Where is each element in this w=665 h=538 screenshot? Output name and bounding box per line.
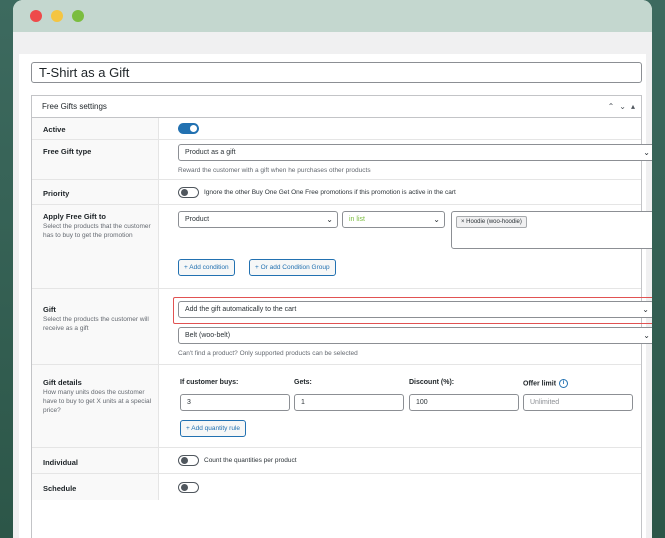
chevron-down-icon: ⌄ [643,331,650,340]
condition-field-value: Product [185,216,210,223]
gift-type-value: Product as a gift [185,149,236,156]
gift-type-help: Reward the customer with a gift when he … [178,167,371,174]
individual-toggle[interactable] [178,455,199,466]
free-gifts-settings-box: Free Gifts settings ⌃ ⌄ ▴ Active Free Gi… [31,95,652,538]
move-down-icon[interactable]: ⌄ [619,102,626,111]
row-gift-type: Free Gift type Product as a gift ⌄ Rewar… [32,140,652,180]
row-apply-free-gift: Apply Free Gift to Select the products t… [32,205,652,289]
gift-product-select[interactable]: Belt (woo-belt) ⌄ [178,327,652,344]
header-gets: Gets: [294,379,312,386]
add-quantity-rule-button[interactable]: + Add quantity rule [180,420,247,437]
apply-sub: Select the products that the customer ha… [43,223,151,239]
priority-text: Ignore the other Buy One Get One Free pr… [204,189,456,196]
gift-type-label: Free Gift type [43,147,92,156]
row-gift-details: Gift details How many units does the cus… [32,365,641,448]
priority-toggle[interactable] [178,187,199,198]
individual-text: Count the quantities per product [204,457,297,464]
offer-limit-input[interactable]: Unlimited [523,394,633,411]
schedule-label: Schedule [43,484,77,493]
schedule-toggle[interactable] [178,482,199,493]
gift-mode-select[interactable]: Add the gift automatically to the cart ⌄ [178,301,652,318]
maximize-window-button[interactable] [72,10,84,22]
header-discount: Discount (%): [409,379,455,386]
details-label: Gift details [43,378,82,387]
gift-label: Gift [43,305,56,314]
app-window: T-Shirt as a Gift Free Gifts settings ⌃ … [13,0,652,538]
row-individual: Individual Count the quantities per prod… [32,448,641,474]
close-window-button[interactable] [30,10,42,22]
gift-mode-value: Add the gift automatically to the cart [185,306,297,313]
buys-quantity-input[interactable]: 3 [180,394,290,411]
gift-help: Can't find a product? Only supported pro… [178,350,358,357]
post-title-input[interactable]: T-Shirt as a Gift [31,62,642,83]
gift-sub: Select the products the customer will re… [43,316,149,332]
condition-operator-value: in list [349,216,365,223]
row-schedule: Schedule [32,474,641,500]
collapse-toggle-icon[interactable]: ▴ [631,102,635,111]
chevron-down-icon: ⌄ [433,215,440,224]
move-up-icon[interactable]: ⌃ [608,102,615,111]
chevron-down-icon: ⌄ [326,215,333,224]
condition-field-select[interactable]: Product ⌄ [178,211,338,228]
add-condition-group-button[interactable]: + Or add Condition Group [249,259,336,276]
minimize-window-button[interactable] [51,10,63,22]
admin-content: T-Shirt as a Gift Free Gifts settings ⌃ … [13,32,652,538]
active-label: Active [43,125,66,134]
header-if-customer-buys: If customer buys: [180,379,239,386]
info-icon[interactable]: i [559,379,569,388]
offer-limit-text: Offer limit [523,380,557,388]
apply-label: Apply Free Gift to [43,212,106,221]
priority-label: Priority [43,189,70,198]
add-condition-button[interactable]: + Add condition [178,259,235,276]
box-header: Free Gifts settings ⌃ ⌄ ▴ [32,96,641,118]
individual-label: Individual [43,458,79,467]
discount-input[interactable]: 100 [409,394,519,411]
chevron-down-icon: ⌄ [642,305,649,314]
row-priority: Priority Ignore the other Buy One Get On… [32,180,641,205]
window-titlebar [13,0,652,32]
box-title: Free Gifts settings [42,102,107,111]
selected-product-chip[interactable]: × Hoodie (woo-hoodie) [456,216,527,228]
chevron-down-icon: ⌄ [643,148,650,157]
active-toggle[interactable] [178,123,199,134]
row-gift: Gift Select the products the customer wi… [32,289,652,365]
editor-area: T-Shirt as a Gift Free Gifts settings ⌃ … [19,54,652,538]
header-offer-limit: Offer limit i [523,379,569,388]
gift-product-value: Belt (woo-belt) [185,332,231,339]
details-sub: How many units does the customer have to… [43,389,152,414]
condition-operator-select[interactable]: in list ⌄ [342,211,445,228]
condition-products-multiselect[interactable]: × Hoodie (woo-hoodie) [451,211,652,249]
gets-quantity-input[interactable]: 1 [294,394,404,411]
gift-type-select[interactable]: Product as a gift ⌄ [178,144,652,161]
row-active: Active [32,118,641,140]
